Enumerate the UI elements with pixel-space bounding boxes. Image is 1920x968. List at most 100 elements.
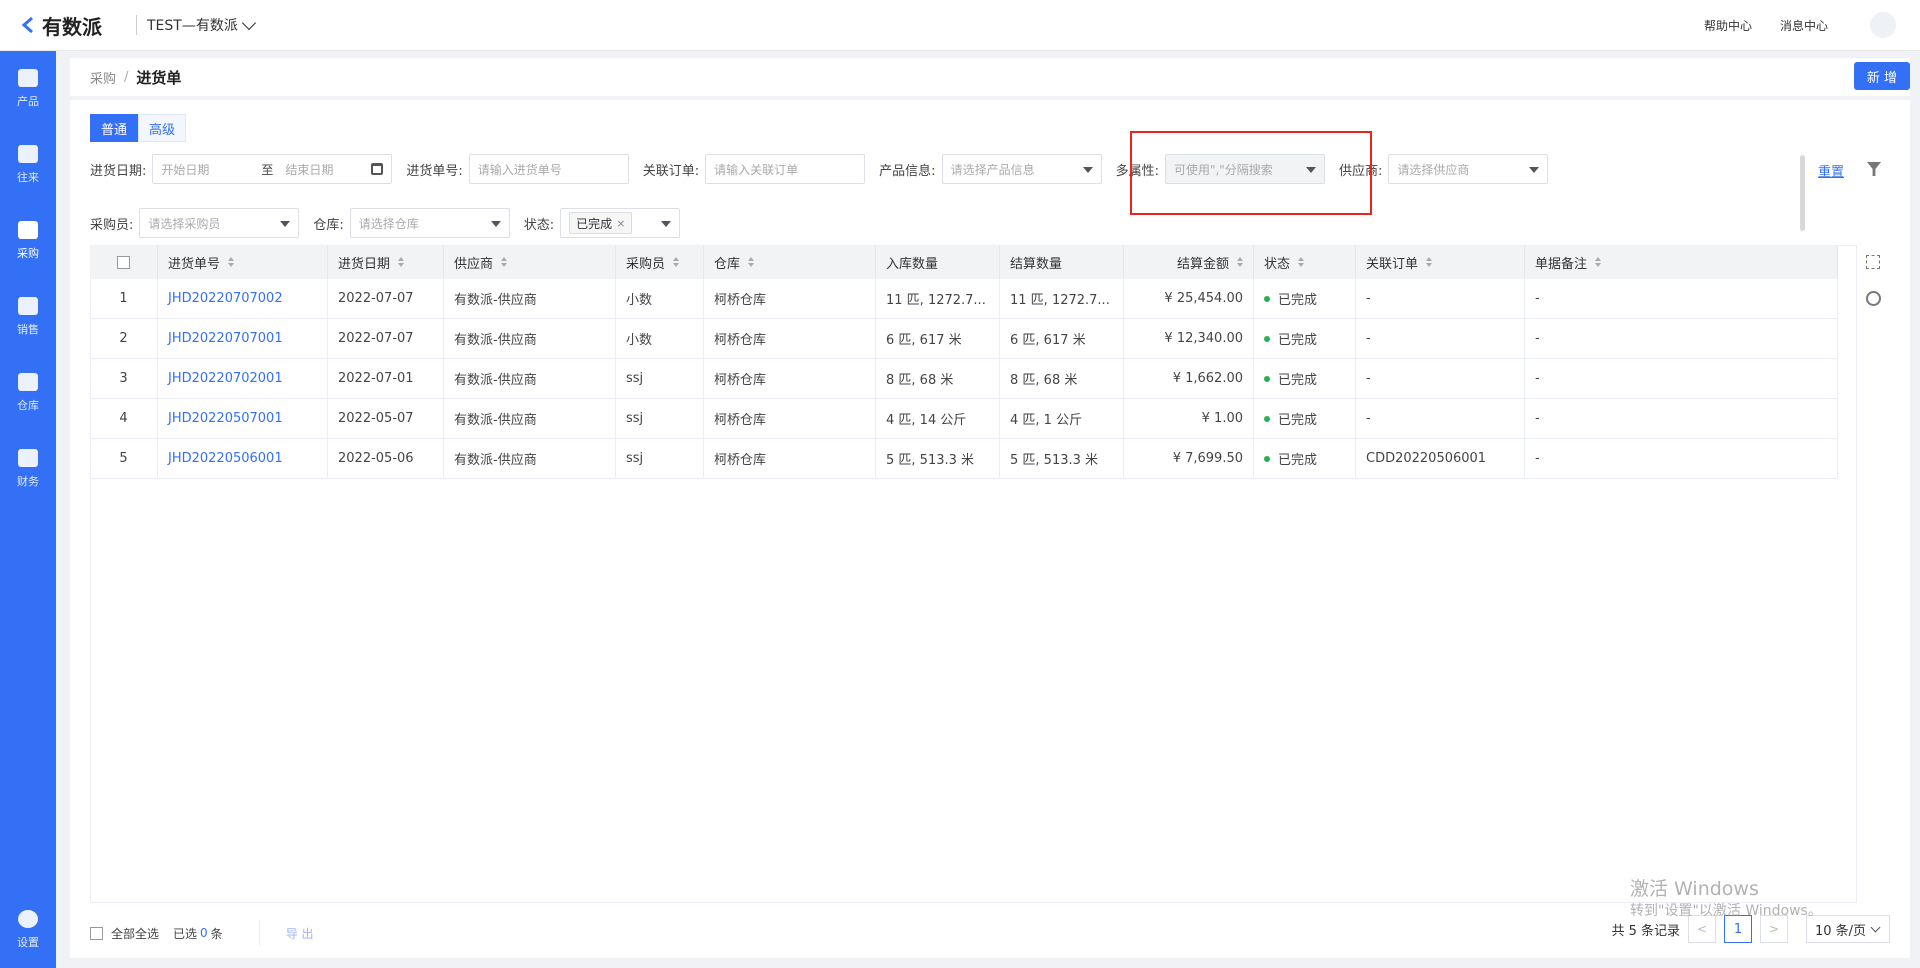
sort-icon[interactable] (673, 257, 680, 267)
caret-down-icon (1082, 167, 1093, 173)
warehouse-select[interactable]: 请选择仓库 (349, 208, 510, 238)
related-order-cell: - (1356, 319, 1525, 358)
column-related[interactable]: 关联订单 (1356, 245, 1525, 279)
settle-amount-cell: ¥ 1.00 (1124, 399, 1254, 438)
fullscreen-icon[interactable] (1866, 255, 1880, 269)
sidebar-item-finance[interactable]: 财务 (0, 431, 56, 507)
table-tools (1866, 255, 1881, 306)
sort-icon[interactable] (1595, 257, 1602, 267)
table-row[interactable]: 3 JHD20220702001 2022-07-01 有数派-供应商 ssj 柯桥仓库 8… (90, 359, 1838, 399)
order-date: 2022-05-06 (338, 451, 414, 466)
row-index: 1 (119, 291, 128, 306)
status-dot-icon (1264, 295, 1270, 302)
order-no-link[interactable]: JHD20220702001 (168, 371, 283, 386)
in-quantity-cell: 11 匹, 1272.7... (876, 279, 1000, 318)
sidebar-item-contact[interactable]: 往来 (0, 127, 56, 203)
order-no-input[interactable]: 请输入进货单号 (468, 154, 629, 184)
remark: - (1535, 331, 1540, 346)
new-button[interactable]: 新 增 (1854, 62, 1910, 90)
buyer-placeholder: 请选择采购员 (148, 216, 221, 231)
supplier-name: 有数派-供应商 (454, 413, 537, 428)
message-center-link[interactable]: 消息中心 (1780, 17, 1828, 34)
select-all-checkbox[interactable] (90, 926, 103, 940)
logo-icon (21, 16, 33, 34)
table-body: 1 JHD20220707002 2022-07-07 有数派-供应商 小数 柯桥仓库 11… (90, 279, 1838, 479)
help-center-link[interactable]: 帮助中心 (1704, 17, 1752, 34)
buyer-name: ssj (626, 411, 644, 426)
buyer-name-cell: ssj (616, 359, 704, 398)
order-no-link-cell[interactable]: JHD20220507001 (158, 399, 328, 438)
sidebar-item-warehouse[interactable]: 仓库 (0, 355, 56, 431)
sort-icon[interactable] (228, 257, 235, 267)
related-order-cell: - (1356, 399, 1525, 438)
chevron-down-icon (1870, 922, 1881, 933)
sort-icon[interactable] (398, 257, 405, 267)
select-all-checkbox[interactable] (117, 255, 130, 269)
sidebar-item-label: 产品 (17, 95, 39, 108)
column-remark[interactable]: 单据备注 (1525, 245, 1838, 279)
table-row[interactable]: 4 JHD20220507001 2022-05-07 有数派-供应商 ssj 柯桥仓库 4… (90, 399, 1838, 439)
export-label: 导 出 (285, 926, 314, 941)
column-date[interactable]: 进货日期 (328, 245, 444, 279)
date-range-input[interactable]: 开始日期 至 结束日期 (152, 154, 393, 184)
close-icon[interactable]: × (616, 217, 625, 230)
status-dot-icon (1264, 415, 1270, 422)
order-no-link[interactable]: JHD20220707002 (168, 291, 283, 306)
settle-amount: ¥ 1.00 (1201, 411, 1243, 426)
table-row[interactable]: 5 JHD20220506001 2022-05-06 有数派-供应商 ssj 柯桥仓库 5… (90, 439, 1838, 479)
order-no-link[interactable]: JHD20220707001 (168, 331, 283, 346)
table-footer-left: 全部全选 已选 0 条 导 出 (90, 920, 326, 946)
sort-icon[interactable] (1298, 257, 1305, 267)
status-cell-cell: 已完成 (1254, 319, 1356, 358)
sort-icon[interactable] (1237, 257, 1243, 267)
order-no-link-cell[interactable]: JHD20220707001 (158, 319, 328, 358)
related-order: - (1366, 371, 1371, 386)
sidebar-item-settings[interactable]: 设置 (0, 892, 56, 968)
order-no-link-cell[interactable]: JHD20220707002 (158, 279, 328, 318)
order-date-cell: 2022-05-07 (328, 399, 444, 438)
avatar[interactable] (1870, 12, 1896, 38)
supplier-name-cell: 有数派-供应商 (444, 399, 616, 438)
sidebar: 产品 往来 采购 销售 仓库 财务 设置 (0, 51, 56, 968)
product-select[interactable]: 请选择产品信息 (941, 154, 1102, 184)
caret-down-icon (661, 221, 672, 227)
related-order-cell: - (1356, 359, 1525, 398)
table-row[interactable]: 1 JHD20220707002 2022-07-07 有数派-供应商 小数 柯桥仓库 11… (90, 279, 1838, 319)
buyer-select[interactable]: 请选择采购员 (139, 208, 300, 238)
reset-link[interactable]: 重置 (1818, 161, 1844, 180)
order-no-link-cell[interactable]: JHD20220506001 (158, 439, 328, 478)
sidebar-item-sales[interactable]: 销售 (0, 279, 56, 355)
breadcrumb-parent[interactable]: 采购 (90, 68, 116, 87)
column-amount[interactable]: 结算金额 (1124, 245, 1254, 279)
table-row[interactable]: 2 JHD20220707001 2022-07-07 有数派-供应商 小数 柯桥仓库 6 … (90, 319, 1838, 359)
column-buyer[interactable]: 采购员 (616, 245, 704, 279)
sort-icon[interactable] (501, 257, 508, 267)
filter-scrollbar[interactable] (1800, 155, 1805, 231)
column-status[interactable]: 状态 (1254, 245, 1356, 279)
sort-icon[interactable] (748, 257, 755, 267)
activation-watermark: 激活 Windows (1630, 878, 1759, 900)
order-date: 2022-05-07 (338, 411, 414, 426)
gear-icon[interactable] (1866, 291, 1881, 306)
supplier-select[interactable]: 请选择供应商 (1388, 154, 1549, 184)
sidebar-item-purchase[interactable]: 采购 (0, 203, 56, 279)
tab-normal[interactable]: 普通 (90, 114, 139, 142)
header-checkbox-cell (90, 245, 158, 279)
order-no-link[interactable]: JHD20220507001 (168, 411, 283, 426)
status-select[interactable]: 已完成 × (560, 208, 681, 238)
settle-amount: ¥ 12,340.00 (1164, 331, 1243, 346)
supplier-name: 有数派-供应商 (454, 293, 537, 308)
sort-icon[interactable] (1426, 257, 1433, 267)
order-no-link-cell[interactable]: JHD20220702001 (158, 359, 328, 398)
warehouse-name: 柯桥仓库 (714, 373, 767, 388)
logo[interactable]: 有数派 (20, 11, 102, 40)
column-order-no[interactable]: 进货单号 (158, 245, 328, 279)
org-switcher[interactable]: TEST—有数派 (147, 15, 256, 35)
order-no-link[interactable]: JHD20220506001 (168, 451, 283, 466)
related-order-input[interactable]: 请输入关联订单 (705, 154, 866, 184)
sidebar-item-product[interactable]: 产品 (0, 51, 56, 127)
tab-advanced[interactable]: 高级 (138, 114, 187, 142)
column-supplier[interactable]: 供应商 (444, 245, 616, 279)
column-warehouse[interactable]: 仓库 (704, 245, 876, 279)
export-button[interactable]: 导 出 (258, 920, 326, 946)
